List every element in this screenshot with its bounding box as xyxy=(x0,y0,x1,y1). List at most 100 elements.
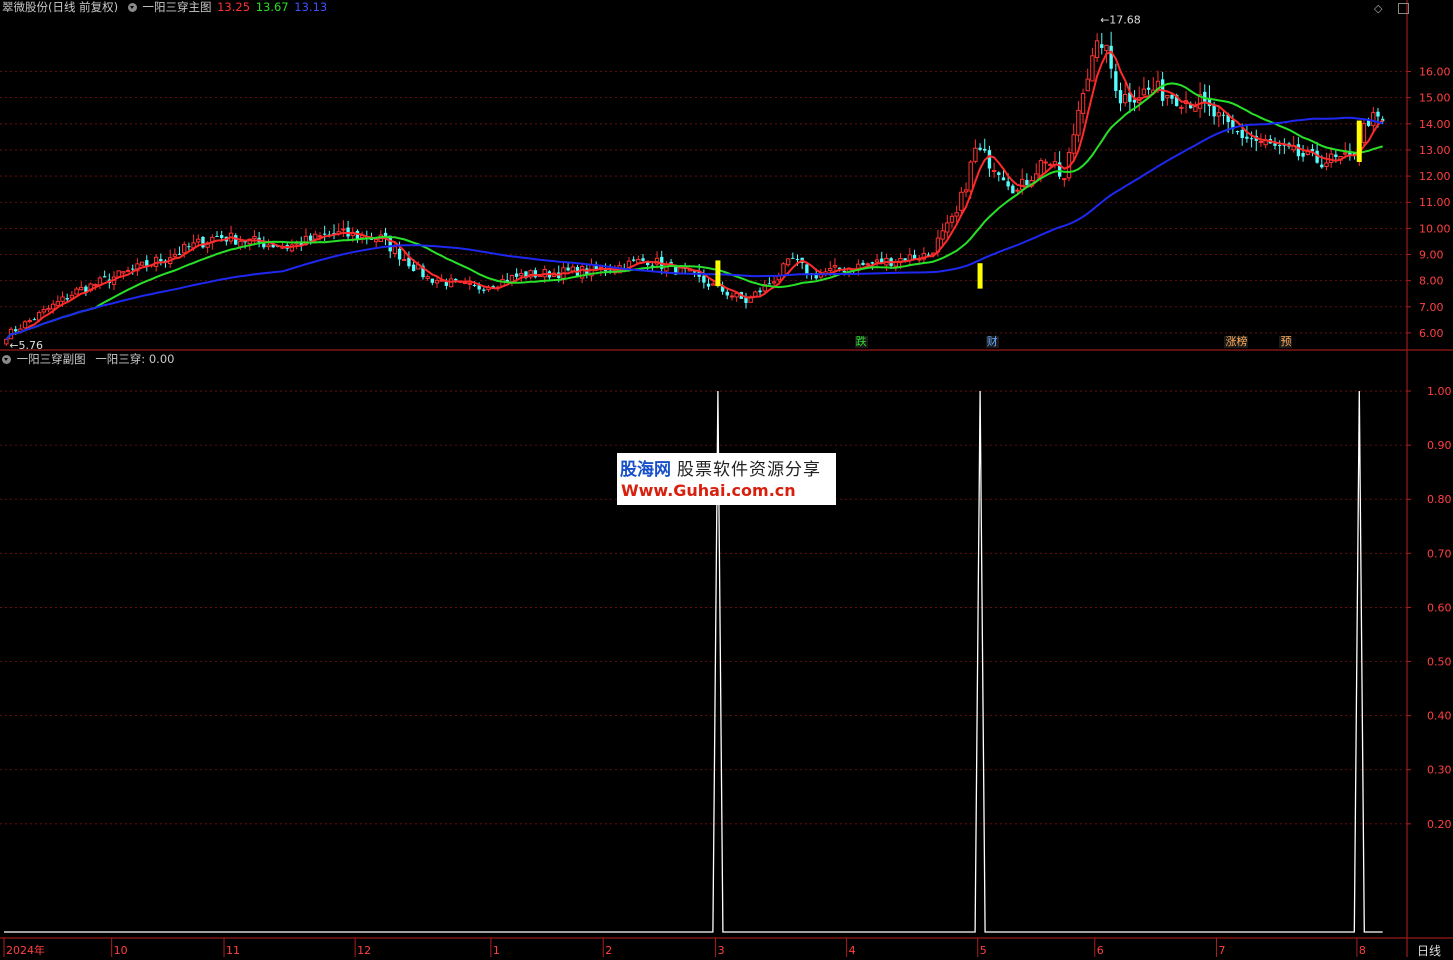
candle-body xyxy=(1301,152,1305,157)
candle-body xyxy=(313,233,318,240)
candle-body xyxy=(159,259,163,262)
legend-value-green: 13.67 xyxy=(255,0,289,14)
candle-body xyxy=(411,264,416,271)
candle-body xyxy=(832,265,838,268)
signal-label: 预 xyxy=(1279,335,1293,348)
candle-body xyxy=(1080,92,1086,114)
candle-body xyxy=(373,239,379,243)
time-axis: 2024年 10 11 12 1 2 3 4 5 6 7 8 xyxy=(3,938,1366,957)
candle-body xyxy=(1122,94,1128,104)
sub-header: 一阳三穿副图 一阳三穿: 0.00 xyxy=(2,352,176,366)
candle-body xyxy=(1006,181,1010,187)
y-tick-label: 1.00 xyxy=(1427,385,1452,398)
signal-bars xyxy=(715,120,1362,289)
candle-body xyxy=(1371,112,1376,126)
candle-body xyxy=(1001,177,1006,181)
candle-body xyxy=(795,259,800,261)
y-tick-label: 15.00 xyxy=(1419,92,1451,105)
x-tick-label: 1 xyxy=(493,944,500,957)
candle-body xyxy=(139,261,145,266)
y-tick-label: 6.00 xyxy=(1419,327,1444,340)
candle-body xyxy=(187,246,191,248)
watermark-url: Www.Guhai.com.cn xyxy=(621,481,796,500)
candle-body xyxy=(341,228,346,231)
dropdown-circle-icon[interactable] xyxy=(127,3,137,12)
candle-body xyxy=(262,243,266,248)
candle-body xyxy=(266,244,271,248)
candle-body xyxy=(22,321,28,329)
candle-body xyxy=(968,161,973,192)
x-tick-label: 2024年 xyxy=(6,943,45,957)
candle-body xyxy=(201,236,205,248)
sub-indicator-name[interactable]: 一阳三穿副图 xyxy=(17,352,86,366)
candle-body xyxy=(1141,88,1147,96)
watermark-brand: 股海网 xyxy=(620,460,671,480)
candle-body xyxy=(454,278,458,281)
candle-body xyxy=(1048,163,1053,166)
y-tick-label: 7.00 xyxy=(1419,301,1444,314)
candle-body xyxy=(32,319,37,321)
candle-body xyxy=(125,269,131,272)
candle-body xyxy=(215,235,219,237)
candle-body xyxy=(1273,143,1277,146)
extreme-label: ←17.68 xyxy=(1100,14,1141,27)
ma-mid-line xyxy=(5,82,1383,341)
candle-body xyxy=(79,286,84,291)
candle-body xyxy=(1076,109,1081,136)
x-tick-label: 11 xyxy=(226,944,240,957)
price-axis: 6.00 7.00 8.00 9.00 10.00 11.00 12.00 13.00 14.0… xyxy=(1407,66,1452,831)
candle-body xyxy=(519,272,524,277)
candle-body xyxy=(1249,138,1254,140)
maximize-icon[interactable] xyxy=(1398,3,1409,14)
candle-body xyxy=(1320,164,1324,168)
candle-body xyxy=(514,273,519,277)
candle-body xyxy=(27,319,32,323)
x-tick-label: 10 xyxy=(114,944,128,957)
candle-body xyxy=(1296,144,1301,157)
candle-body xyxy=(1258,140,1264,143)
candle-body xyxy=(954,212,959,217)
candle-body xyxy=(308,235,313,241)
dropdown-circle-icon[interactable] xyxy=(2,355,11,364)
candle-body xyxy=(74,288,79,295)
candle-body xyxy=(1277,145,1282,147)
signal-bar xyxy=(977,263,983,289)
x-tick-label: 6 xyxy=(1097,944,1104,957)
candle-body xyxy=(1240,129,1244,138)
y-tick-label: 0.20 xyxy=(1427,818,1452,831)
candle-body xyxy=(1361,123,1367,143)
signal-label: 跌 xyxy=(854,335,868,348)
candle-body xyxy=(973,147,978,162)
stock-title[interactable]: 翠微股份(日线 前复权) xyxy=(2,0,118,14)
candle-body xyxy=(448,278,454,288)
candle-body xyxy=(14,329,18,332)
x-tick-label: 3 xyxy=(718,944,725,957)
candle-body xyxy=(444,281,449,286)
candle-body xyxy=(121,271,126,274)
y-tick-label: 0.60 xyxy=(1427,601,1452,614)
candle-body xyxy=(467,282,472,285)
candle-body xyxy=(1170,94,1174,99)
y-tick-label: 8.00 xyxy=(1419,275,1444,288)
candle-body xyxy=(706,283,711,287)
candle-body xyxy=(1104,44,1109,52)
period-label[interactable]: 日线 xyxy=(1417,942,1441,959)
candle-body xyxy=(1132,99,1137,103)
candle-body xyxy=(1221,114,1226,116)
candle-body xyxy=(1114,71,1118,91)
candle-body xyxy=(1165,94,1170,99)
candle-body xyxy=(1193,106,1198,112)
candle-body xyxy=(1334,154,1338,157)
candle-body xyxy=(65,298,69,300)
chart-stage[interactable]: 6.00 7.00 8.00 9.00 10.00 11.00 12.00 13.00 14.0… xyxy=(0,0,1453,959)
candle-body xyxy=(865,263,870,266)
candle-body xyxy=(1376,111,1380,117)
candle-body xyxy=(1043,161,1048,164)
candlestick-series xyxy=(4,31,1385,346)
main-indicator-name[interactable]: 一阳三穿主图 xyxy=(142,0,211,14)
sub-indicator-value: 一阳三穿: 0.00 xyxy=(95,352,175,366)
candle-body xyxy=(758,290,762,293)
diamond-icon[interactable]: ◇ xyxy=(1374,2,1382,15)
candle-body xyxy=(1071,134,1076,154)
candle-body xyxy=(949,215,955,223)
